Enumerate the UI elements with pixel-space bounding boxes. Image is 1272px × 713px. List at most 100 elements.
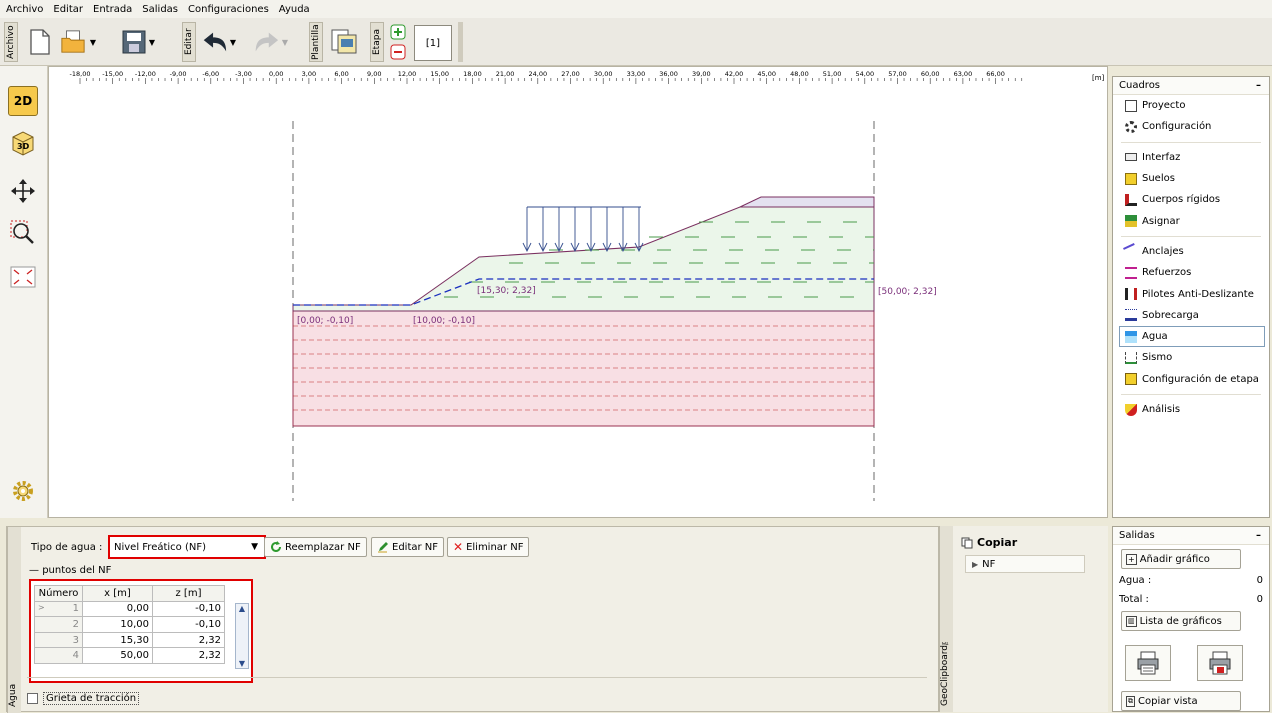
frame-item-pilotes[interactable]: Pilotes Anti-Deslizante (1113, 283, 1269, 304)
frame-item-suelos[interactable]: Suelos (1113, 168, 1269, 189)
add-stage-icon[interactable] (390, 24, 406, 40)
frame-item-interfaz[interactable]: Interfaz (1113, 147, 1269, 168)
pan-button[interactable] (8, 176, 38, 206)
frame-item-agua[interactable]: Agua (1119, 325, 1265, 348)
frame-item-label: Configuración de etapa (1142, 373, 1259, 385)
table-row[interactable]: 2 10,00 -0,10 (34, 616, 225, 633)
frame-item-configuracion-etapa[interactable]: Configuración de etapa (1113, 369, 1269, 390)
open-file-button[interactable]: ▼ (60, 24, 96, 60)
delete-nf-button[interactable]: ✕ Eliminar NF (447, 537, 530, 557)
reinforcement-icon (1125, 266, 1137, 279)
chart-list-button[interactable]: ▥ Lista de gráficos (1121, 611, 1241, 631)
menu-entrada[interactable]: Entrada (93, 4, 132, 15)
menu-salidas[interactable]: Salidas (142, 4, 178, 15)
new-file-button[interactable] (22, 24, 58, 60)
menu-configuraciones[interactable]: Configuraciones (188, 4, 269, 15)
chevron-down-icon[interactable]: ▼ (90, 38, 96, 47)
cell-z[interactable]: 2,32 (152, 631, 225, 649)
cell-x[interactable]: 10,00 (82, 616, 153, 633)
frame-item-proyecto[interactable]: Proyecto (1113, 95, 1269, 116)
main-toolbar: Archivo ▼ ▼ Editar ▼ ▼ Plantilla Etapa [… (0, 18, 1272, 66)
zoom-icon (10, 220, 34, 244)
cell-z[interactable]: -0,10 (152, 616, 225, 633)
surcharge-icon (1125, 309, 1137, 322)
menu-archivo[interactable]: Archivo (6, 4, 43, 15)
save-button[interactable]: ▼ (120, 24, 156, 60)
edit-nf-button[interactable]: Editar NF (371, 537, 445, 557)
table-row[interactable]: >1 0,00 -0,10 (34, 600, 225, 618)
etapa-tab[interactable]: Etapa (370, 22, 384, 62)
total-count-value: 0 (1256, 594, 1263, 605)
cell-z[interactable]: 2,32 (152, 647, 225, 664)
frame-item-configuracion[interactable]: Configuración (1113, 116, 1269, 137)
redo-button[interactable]: ▼ (252, 24, 288, 60)
frame-item-asignar[interactable]: Asignar (1113, 210, 1269, 231)
agua-count-label: Agua : (1119, 575, 1152, 586)
cell-x[interactable]: 0,00 (82, 600, 153, 618)
print-button[interactable] (1125, 645, 1171, 681)
outputs-panel-header: Salidas – (1113, 527, 1269, 545)
menu-ayuda[interactable]: Ayuda (279, 4, 310, 15)
agua-count-row: Agua : 0 (1119, 575, 1263, 586)
ruler-tick-label: 66,00 (986, 70, 1005, 78)
column-header-x: x [m] (82, 585, 153, 602)
lower-soil-layer (292, 310, 875, 427)
print-export-button[interactable] (1197, 645, 1243, 681)
delete-nf-label: Eliminar NF (466, 541, 524, 553)
copy-view-button[interactable]: ⧉ Copiar vista (1121, 691, 1241, 711)
ruler-tick-label: 12,00 (398, 70, 417, 78)
water-type-select[interactable]: Nivel Freático (NF) ▼ (108, 535, 266, 559)
clipboard-item-nf[interactable]: ▶ NF (965, 555, 1085, 573)
template-button[interactable] (326, 24, 362, 60)
interface-icon (1125, 153, 1137, 162)
editar-tab[interactable]: Editar (182, 22, 196, 62)
cell-z[interactable]: -0,10 (152, 600, 225, 618)
stage-1-button[interactable]: [1] (414, 25, 452, 61)
drawing-canvas[interactable]: -18,00 -15,00 -12,00 -9,00 -6,00 -3,00 0,00 3,0… (48, 66, 1108, 518)
cell-x[interactable]: 15,30 (82, 631, 153, 649)
table-row[interactable]: 4 50,00 2,32 (34, 647, 225, 664)
table-row[interactable]: 3 15,30 2,32 (34, 631, 225, 649)
archivo-tab[interactable]: Archivo (4, 22, 18, 62)
tension-crack-option[interactable]: Grieta de tracción (27, 692, 140, 705)
scroll-down-icon[interactable]: ▼ (236, 659, 248, 668)
chevron-down-icon[interactable]: ▼ (149, 38, 155, 47)
copy-header[interactable]: Copiar (961, 536, 1017, 549)
frame-item-refuerzos[interactable]: Refuerzos (1113, 262, 1269, 283)
row-number: 3 (34, 631, 83, 649)
frame-item-sismo[interactable]: Sismo (1113, 347, 1269, 368)
ruler-tick-label: 60,00 (921, 70, 940, 78)
add-chart-button[interactable]: + Añadir gráfico (1121, 549, 1241, 569)
remove-stage-icon[interactable] (390, 44, 406, 60)
chevron-down-icon[interactable]: ▼ (230, 38, 236, 47)
divider (1121, 141, 1261, 143)
frame-item-analisis[interactable]: Análisis (1113, 399, 1269, 420)
undo-button[interactable]: ▼ (200, 24, 236, 60)
frame-item-cuerpos-rigidos[interactable]: Cuerpos rígidos (1113, 189, 1269, 210)
minimize-icon[interactable]: – (1256, 530, 1261, 541)
view-2d-button[interactable]: 2D (8, 86, 38, 116)
table-scrollbar[interactable]: ▲ ▼ (235, 603, 249, 669)
scroll-up-icon[interactable]: ▲ (236, 604, 248, 613)
frame-item-label: Proyecto (1142, 100, 1186, 112)
settings-button[interactable] (8, 476, 38, 506)
minimize-icon[interactable]: – (1256, 80, 1261, 91)
zoom-extents-button[interactable] (8, 262, 38, 292)
view-3d-button[interactable]: 3D (8, 128, 38, 158)
nf-points-table[interactable]: Número x [m] z [m] >1 0,00 -0,10 2 10,00… (29, 579, 253, 683)
folder-icon (61, 30, 85, 53)
chevron-down-icon[interactable]: ▼ (282, 38, 288, 47)
point-label-4: [50,00; 2,32] (878, 287, 937, 297)
tension-crack-checkbox[interactable] (27, 693, 38, 704)
copy-view-icon: ⧉ (1126, 695, 1135, 707)
frame-item-sobrecarga[interactable]: Sobrecarga (1113, 305, 1269, 326)
plantilla-tab[interactable]: Plantilla (309, 22, 323, 62)
copy-label: Copiar (977, 536, 1018, 549)
total-count-row: Total : 0 (1119, 594, 1263, 605)
replace-nf-button[interactable]: Reemplazar NF (264, 537, 367, 557)
cell-x[interactable]: 50,00 (82, 647, 153, 664)
frame-item-anclajes[interactable]: Anclajes (1113, 241, 1269, 262)
zoom-button[interactable] (8, 218, 38, 248)
ruler-tick-label: 39,00 (692, 70, 711, 78)
menu-editar[interactable]: Editar (53, 4, 83, 15)
